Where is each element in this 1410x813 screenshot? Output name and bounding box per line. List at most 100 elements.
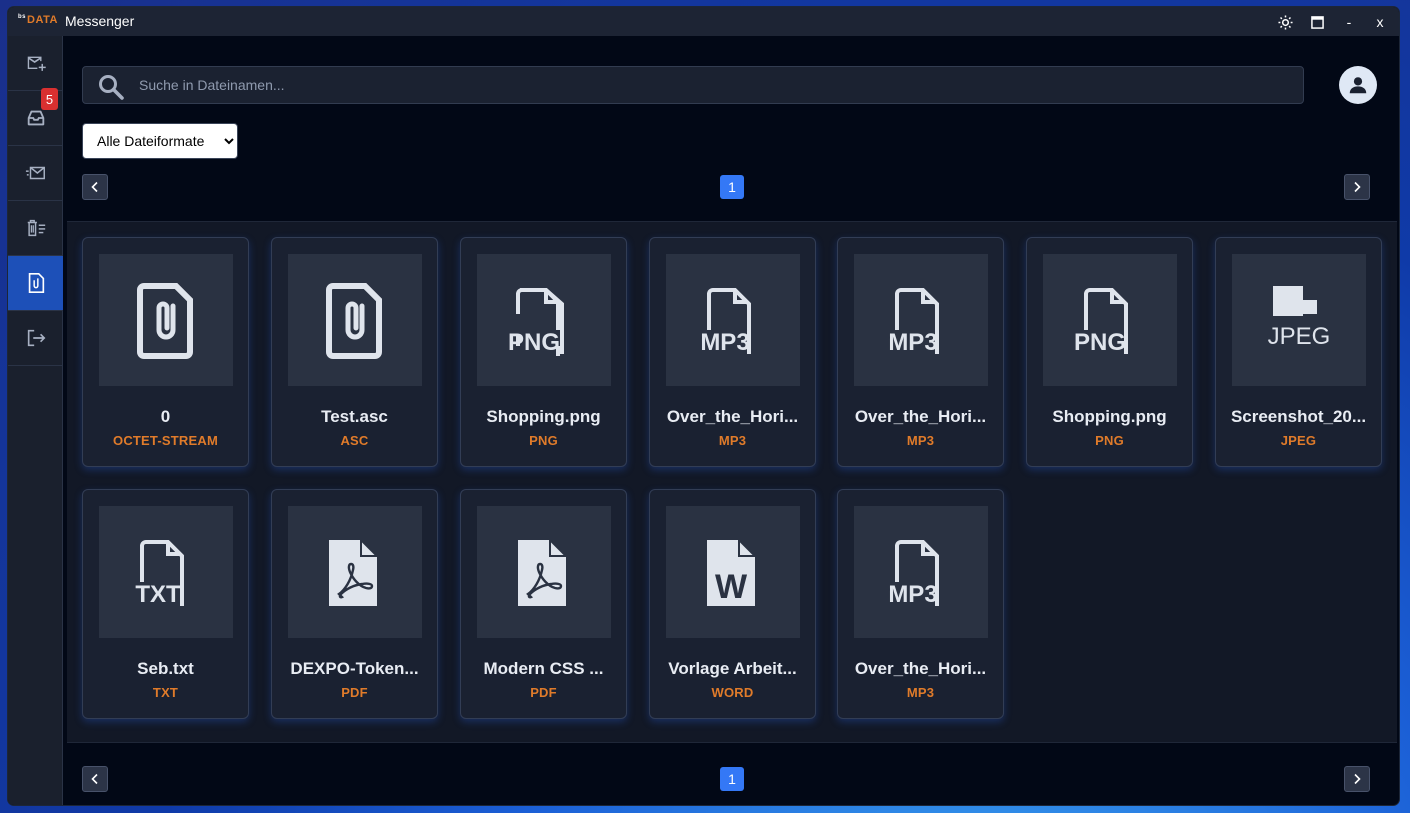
- search-input[interactable]: [139, 67, 1289, 103]
- png-file-icon: PNG: [1074, 288, 1128, 356]
- file-type: OCTET-STREAM: [113, 433, 218, 448]
- file-thumbnail: PNG: [477, 254, 611, 386]
- file-format-select[interactable]: Alle Dateiformate: [82, 123, 238, 159]
- prev-page-button[interactable]: [82, 766, 108, 792]
- file-thumbnail: [477, 506, 611, 638]
- next-page-button[interactable]: [1344, 174, 1370, 200]
- file-name: Shopping.png: [1052, 407, 1167, 426]
- app-window: bsDATA Messenger - x 5 Suche in Dateinam…: [8, 7, 1399, 805]
- file-type: PDF: [341, 685, 368, 700]
- file-card[interactable]: PNG Shopping.png PNG: [460, 237, 627, 467]
- maximize-icon: [1310, 15, 1324, 29]
- svg-text:W: W: [715, 568, 748, 606]
- word-file-icon: W: [707, 537, 758, 606]
- next-page-button[interactable]: [1344, 766, 1370, 792]
- file-thumbnail: [99, 254, 233, 386]
- file-type: ASC: [340, 433, 369, 448]
- file-card[interactable]: JPEG Screenshot_20... JPEG: [1215, 237, 1382, 467]
- main-content: Alle Dateiformate 1 0 OCTET-STREAM: [64, 36, 1399, 805]
- svg-text:JPEG: JPEG: [1268, 323, 1331, 350]
- sidebar: 5: [8, 36, 63, 805]
- user-avatar[interactable]: [1339, 66, 1377, 104]
- pdf-file-icon: [329, 537, 380, 606]
- title-bar: bsDATA Messenger - x: [8, 7, 1399, 36]
- attachment-file-icon: [326, 283, 382, 359]
- file-type: MP3: [906, 433, 935, 448]
- file-name: Over_the_Hori...: [666, 407, 799, 426]
- file-thumbnail: [288, 506, 422, 638]
- mp3-file-icon: MP3: [888, 540, 939, 608]
- search-bar: [82, 66, 1304, 104]
- sidebar-item-trash[interactable]: [8, 201, 63, 256]
- file-name: Modern CSS ...: [483, 659, 604, 678]
- file-type: JPEG: [1280, 433, 1317, 448]
- file-type: PDF: [530, 685, 557, 700]
- file-name: 0: [160, 407, 171, 426]
- svg-text:PNG: PNG: [508, 329, 560, 356]
- file-type: PNG: [1095, 433, 1124, 448]
- file-card[interactable]: MP3 Over_the_Hori... MP3: [649, 237, 816, 467]
- sidebar-item-logout[interactable]: [8, 311, 63, 366]
- file-thumbnail: MP3: [666, 254, 800, 386]
- file-card[interactable]: DEXPO-Token... PDF: [271, 489, 438, 719]
- file-card[interactable]: PNG Shopping.png PNG: [1026, 237, 1193, 467]
- mp3-file-icon: MP3: [700, 288, 751, 356]
- file-card[interactable]: Test.asc ASC: [271, 237, 438, 467]
- sidebar-item-sent[interactable]: [8, 146, 63, 201]
- file-name: Shopping.png: [486, 407, 601, 426]
- file-card[interactable]: TXT Seb.txt TXT: [82, 489, 249, 719]
- logout-icon: [27, 329, 45, 347]
- file-thumbnail: MP3: [854, 254, 988, 386]
- sidebar-item-compose[interactable]: [8, 36, 63, 91]
- file-thumbnail: MP3: [854, 506, 988, 638]
- app-title: Messenger: [65, 13, 135, 29]
- file-name: Test.asc: [321, 407, 388, 426]
- file-thumbnail: PNG: [1043, 254, 1177, 386]
- file-card[interactable]: W Vorlage Arbeit... WORD: [649, 489, 816, 719]
- app-logo: bsDATA: [18, 14, 58, 26]
- pagination-top: 1: [82, 174, 1370, 200]
- file-card[interactable]: MP3 Over_the_Hori... MP3: [837, 489, 1004, 719]
- inbox-badge: 5: [41, 88, 58, 110]
- minimize-button[interactable]: -: [1338, 11, 1360, 33]
- svg-text:MP3: MP3: [888, 581, 937, 608]
- maximize-button[interactable]: [1306, 11, 1328, 33]
- user-icon: [1349, 77, 1367, 94]
- file-thumbnail: JPEG: [1232, 254, 1366, 386]
- txt-file-icon: TXT: [135, 540, 184, 608]
- file-type: WORD: [711, 685, 754, 700]
- file-name: Seb.txt: [137, 659, 194, 678]
- inbox-icon: [27, 110, 44, 126]
- file-card[interactable]: Modern CSS ... PDF: [460, 489, 627, 719]
- jpeg-file-icon: JPEG: [1268, 286, 1331, 350]
- file-type: MP3: [718, 433, 747, 448]
- file-grid: 0 OCTET-STREAM Test.asc ASC PNG Shopping…: [67, 221, 1397, 743]
- file-card[interactable]: MP3 Over_the_Hori... MP3: [837, 237, 1004, 467]
- theme-toggle-button[interactable]: [1274, 11, 1296, 33]
- chevron-right-icon: [1354, 181, 1361, 193]
- mp3-file-icon: MP3: [888, 288, 939, 356]
- page-number[interactable]: 1: [720, 767, 744, 791]
- file-name: Over_the_Hori...: [854, 407, 987, 426]
- svg-text:PNG: PNG: [1074, 329, 1126, 356]
- file-name: Screenshot_20...: [1230, 407, 1367, 426]
- file-type: PNG: [529, 433, 558, 448]
- file-card[interactable]: 0 OCTET-STREAM: [82, 237, 249, 467]
- svg-text:MP3: MP3: [888, 329, 937, 356]
- svg-text:TXT: TXT: [135, 581, 181, 608]
- chevron-left-icon: [91, 181, 98, 193]
- file-thumbnail: W: [666, 506, 800, 638]
- pdf-file-icon: [518, 537, 569, 606]
- sidebar-item-files[interactable]: [8, 256, 63, 311]
- search-icon: [99, 75, 124, 100]
- chevron-right-icon: [1354, 773, 1361, 785]
- png-file-icon: PNG: [508, 288, 564, 356]
- attachment-file-icon: [137, 283, 193, 359]
- prev-page-button[interactable]: [82, 174, 108, 200]
- page-number[interactable]: 1: [720, 175, 744, 199]
- trash-list-icon: [27, 219, 45, 237]
- pagination-bottom: 1: [82, 766, 1370, 792]
- file-name: DEXPO-Token...: [290, 659, 419, 678]
- svg-text:MP3: MP3: [700, 329, 749, 356]
- close-button[interactable]: x: [1369, 11, 1391, 33]
